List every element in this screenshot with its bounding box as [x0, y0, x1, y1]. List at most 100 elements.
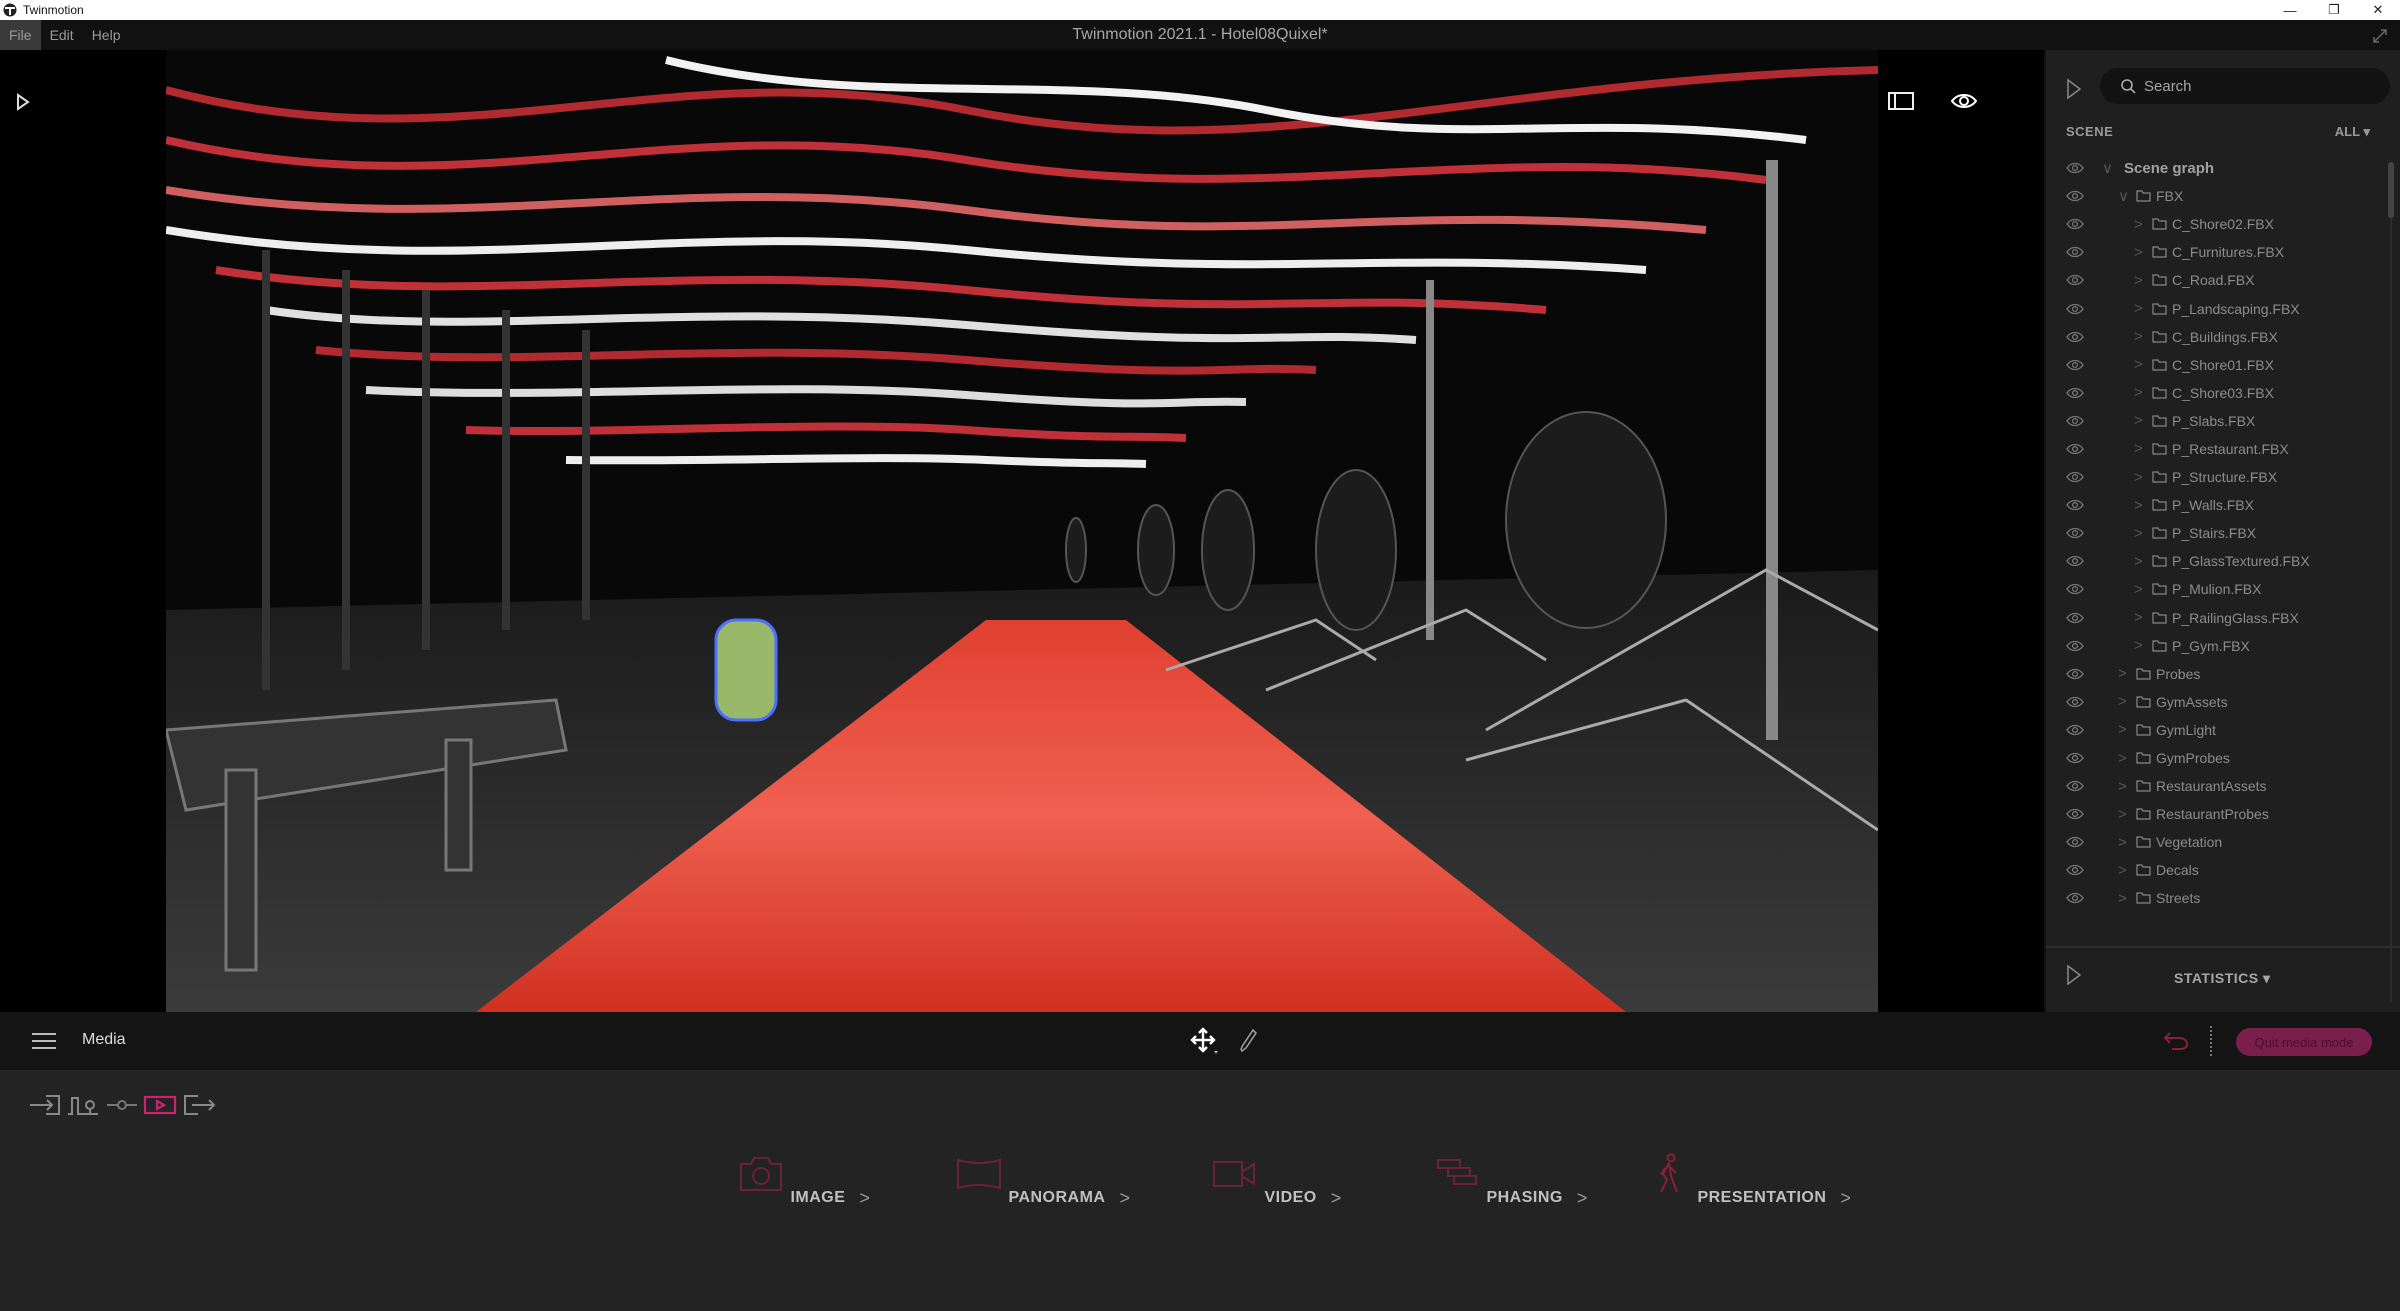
visibility-eye-icon[interactable]	[2066, 612, 2084, 624]
visibility-eye-icon[interactable]	[2066, 218, 2084, 230]
tree-item[interactable]: > C_Buildings.FBX	[2046, 323, 2386, 351]
tree-item[interactable]: > C_Road.FBX	[2046, 266, 2386, 294]
tree-item[interactable]: > P_RailingGlass.FBX	[2046, 604, 2386, 632]
collapse-panel-icon[interactable]	[2066, 78, 2082, 100]
chevron-right-icon[interactable]: >	[2118, 890, 2127, 907]
visibility-eye-icon[interactable]	[2066, 162, 2084, 174]
filter-dropdown[interactable]: ALL ▾	[2335, 124, 2370, 140]
visibility-eye-icon[interactable]	[2066, 246, 2084, 258]
chevron-right-icon[interactable]: >	[2134, 356, 2143, 373]
media-icon[interactable]	[143, 1090, 177, 1120]
visibility-eye-icon[interactable]	[2066, 499, 2084, 511]
menu-file[interactable]: File	[0, 20, 41, 50]
tree-item[interactable]: > P_Slabs.FBX	[2046, 407, 2386, 435]
chevron-right-icon[interactable]: >	[2134, 497, 2143, 514]
statistics-dropdown[interactable]: STATISTICS ▾	[2174, 970, 2271, 987]
tree-item[interactable]: > GymAssets	[2046, 688, 2386, 716]
chevron-right-icon[interactable]: >	[2134, 412, 2143, 429]
3d-viewport[interactable]	[0, 50, 2044, 1012]
tree-item[interactable]: > Decals	[2046, 856, 2386, 884]
chevron-right-icon[interactable]: >	[2134, 637, 2143, 654]
eye-visibility-icon[interactable]	[1950, 92, 1978, 110]
chevron-right-icon[interactable]: >	[2134, 384, 2143, 401]
tree-item[interactable]: > C_Furnitures.FBX	[2046, 238, 2386, 266]
scene-render[interactable]	[166, 50, 1878, 1012]
chevron-right-icon[interactable]: >	[2118, 721, 2127, 738]
maximize-button[interactable]: ❐	[2312, 0, 2356, 20]
tree-item[interactable]: > RestaurantProbes	[2046, 800, 2386, 828]
tree-item[interactable]: > RestaurantAssets	[2046, 772, 2386, 800]
menu-edit[interactable]: Edit	[41, 20, 83, 50]
visibility-eye-icon[interactable]	[2066, 892, 2084, 904]
visibility-eye-icon[interactable]	[2066, 808, 2084, 820]
chevron-right-icon[interactable]: >	[2134, 272, 2143, 289]
chevron-right-icon[interactable]: >	[2134, 581, 2143, 598]
visibility-eye-icon[interactable]	[2066, 724, 2084, 736]
tree-item[interactable]: > P_Walls.FBX	[2046, 491, 2386, 519]
tree-scrollbar[interactable]	[2388, 162, 2394, 1002]
visibility-eye-icon[interactable]	[2066, 331, 2084, 343]
tree-item[interactable]: > P_Structure.FBX	[2046, 463, 2386, 491]
tree-item[interactable]: > P_Restaurant.FBX	[2046, 435, 2386, 463]
context-icon[interactable]	[66, 1090, 100, 1120]
tree-item[interactable]: > C_Shore03.FBX	[2046, 379, 2386, 407]
panel-layout-icon[interactable]	[1888, 92, 1914, 110]
visibility-eye-icon[interactable]	[2066, 752, 2084, 764]
tree-item[interactable]: > Streets	[2046, 884, 2386, 912]
tree-item[interactable]: > P_Landscaping.FBX	[2046, 294, 2386, 322]
visibility-eye-icon[interactable]	[2066, 640, 2084, 652]
tree-item[interactable]: > Probes	[2046, 660, 2386, 688]
chevron-right-icon[interactable]: >	[2118, 862, 2127, 879]
minimize-button[interactable]: —	[2268, 0, 2312, 20]
visibility-eye-icon[interactable]	[2066, 471, 2084, 483]
chevron-right-icon[interactable]: >	[2118, 834, 2127, 851]
chevron-right-icon[interactable]: >	[2134, 440, 2143, 457]
export-icon[interactable]	[182, 1090, 216, 1120]
media-presentation-button[interactable]: PRESENTATION >	[1643, 1152, 1851, 1209]
chevron-right-icon[interactable]: >	[2118, 778, 2127, 795]
visibility-eye-icon[interactable]	[2066, 387, 2084, 399]
visibility-eye-icon[interactable]	[2066, 696, 2084, 708]
chevron-right-icon[interactable]: >	[2134, 300, 2143, 317]
tree-item[interactable]: > C_Shore01.FBX	[2046, 351, 2386, 379]
scrollbar-thumb[interactable]	[2388, 162, 2394, 218]
chevron-right-icon[interactable]: >	[2134, 525, 2143, 542]
hamburger-menu-icon[interactable]	[30, 1031, 58, 1051]
tree-item[interactable]: > P_Mulion.FBX	[2046, 575, 2386, 603]
visibility-eye-icon[interactable]	[2066, 190, 2084, 202]
chevron-right-icon[interactable]: >	[2118, 665, 2127, 682]
visibility-eye-icon[interactable]	[2066, 780, 2084, 792]
visibility-eye-icon[interactable]	[2066, 303, 2084, 315]
visibility-eye-icon[interactable]	[2066, 836, 2084, 848]
tree-item[interactable]: > P_Gym.FBX	[2046, 632, 2386, 660]
tree-item[interactable]: > Vegetation	[2046, 828, 2386, 856]
chevron-right-icon[interactable]: >	[2118, 750, 2127, 767]
tree-item[interactable]: > C_Shore02.FBX	[2046, 210, 2386, 238]
tree-item[interactable]: ∨ Scene graph	[2046, 154, 2386, 182]
close-button[interactable]: ✕	[2356, 0, 2400, 20]
quit-media-mode-button[interactable]: Quit media mode	[2236, 1028, 2372, 1056]
chevron-right-icon[interactable]: >	[2134, 553, 2143, 570]
tree-item[interactable]: > P_GlassTextured.FBX	[2046, 547, 2386, 575]
import-icon[interactable]	[28, 1090, 62, 1120]
statistics-toggle-icon[interactable]	[2066, 964, 2082, 986]
chevron-right-icon[interactable]: >	[2134, 244, 2143, 261]
chevron-right-icon[interactable]: >	[2118, 693, 2127, 710]
chevron-down-icon[interactable]: ∨	[2102, 159, 2113, 177]
media-video-button[interactable]: VIDEO >	[1210, 1152, 1342, 1209]
menu-help[interactable]: Help	[83, 20, 130, 50]
visibility-eye-icon[interactable]	[2066, 274, 2084, 286]
visibility-eye-icon[interactable]	[2066, 555, 2084, 567]
configuration-icon[interactable]	[105, 1090, 139, 1120]
visibility-eye-icon[interactable]	[2066, 527, 2084, 539]
chevron-right-icon[interactable]: >	[2134, 328, 2143, 345]
tree-item[interactable]: > P_Stairs.FBX	[2046, 519, 2386, 547]
media-panorama-button[interactable]: PANORAMA >	[954, 1152, 1131, 1209]
tree-item[interactable]: > GymLight	[2046, 716, 2386, 744]
media-image-button[interactable]: IMAGE >	[736, 1152, 870, 1209]
undo-icon[interactable]	[2162, 1030, 2190, 1052]
chevron-right-icon[interactable]: >	[2134, 216, 2143, 233]
tree-item[interactable]: > GymProbes	[2046, 744, 2386, 772]
chevron-right-icon[interactable]: >	[2118, 806, 2127, 823]
eyedropper-icon[interactable]	[1238, 1028, 1258, 1054]
